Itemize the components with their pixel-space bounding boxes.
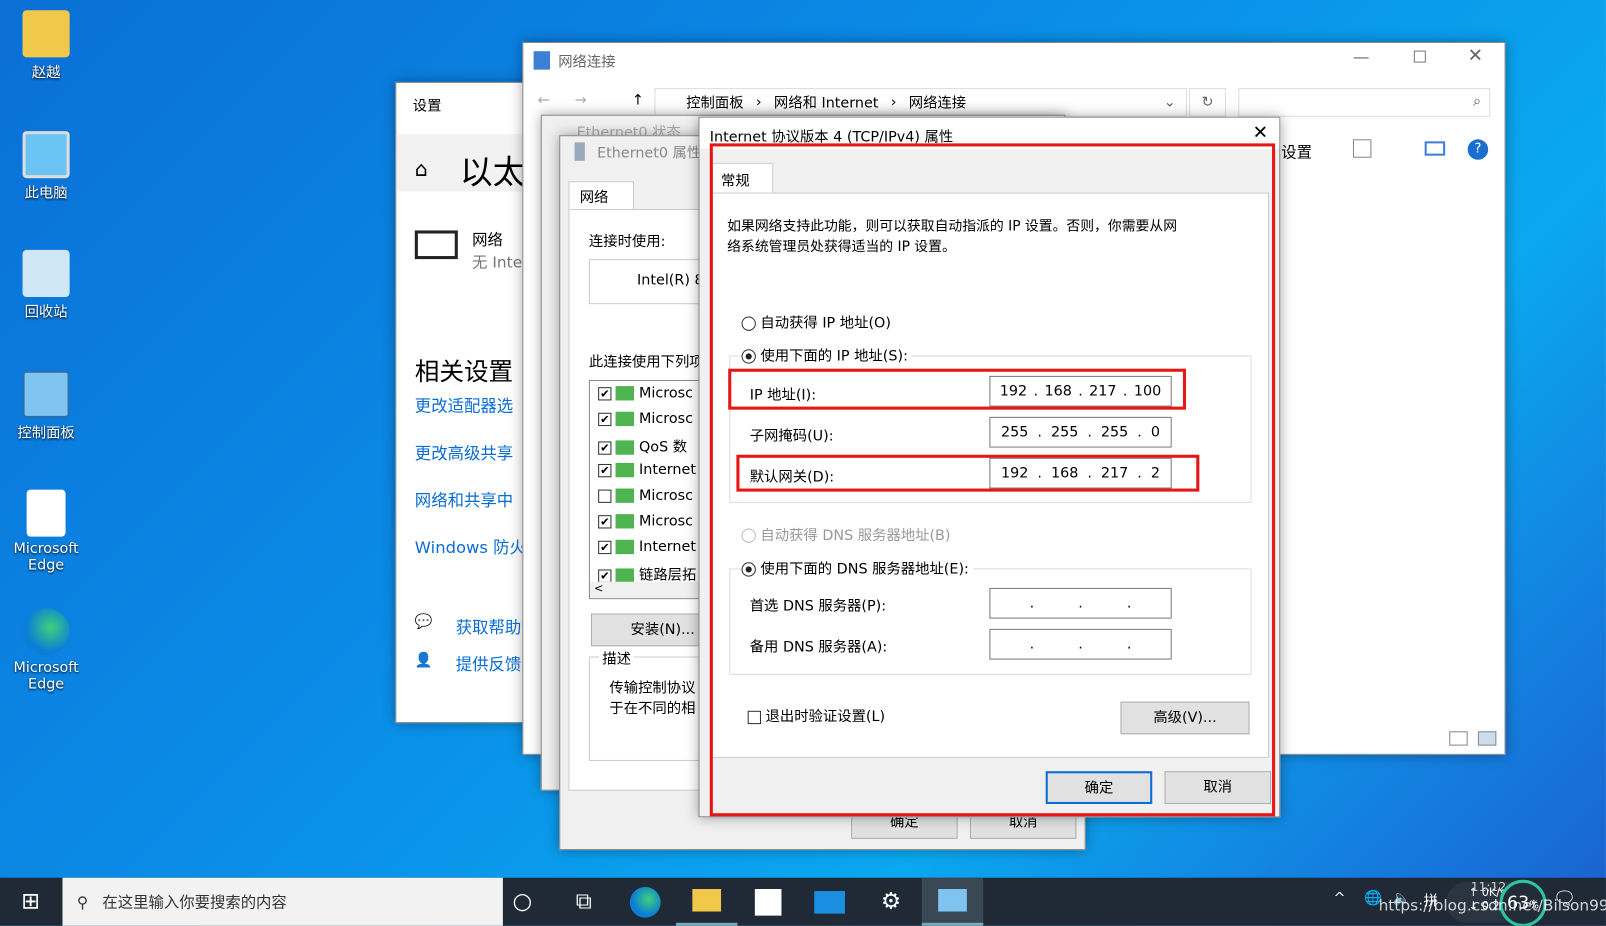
view-options-icon[interactable] [1352, 139, 1372, 158]
component-icon [616, 386, 635, 401]
help-icon[interactable]: ? [1467, 139, 1489, 160]
component-icon [616, 514, 635, 529]
breadcrumb-control-panel[interactable]: 控制面板 [686, 92, 743, 112]
component-item[interactable]: ✔ Microsc [598, 385, 693, 401]
desktop-icon-edge[interactable]: Microsoft Edge [0, 608, 92, 692]
chevron-down-icon[interactable]: ⌄ [1164, 94, 1176, 110]
component-item[interactable]: ✔ Microsc [598, 411, 693, 427]
highlight-gateway [736, 454, 1200, 492]
settings-window: 设置 ⌂ 以太 网络 无 Inte 相关设置 更改适配器选 更改高级共享 网络和… [395, 81, 540, 724]
component-icon [616, 411, 635, 427]
checkbox[interactable]: ✔ [598, 463, 612, 477]
up-button[interactable]: ↑ [632, 92, 644, 108]
checkbox[interactable]: ✔ [598, 386, 612, 400]
back-button[interactable]: ← [538, 92, 550, 108]
component-item[interactable]: ✔ Internet [598, 462, 696, 478]
highlight-ip-address [728, 368, 1187, 410]
component-item[interactable]: ✔ Internet [598, 539, 696, 555]
settings-title: 设置 [412, 98, 442, 115]
ethernet-icon [414, 230, 458, 260]
taskbar: ⊞ ⚲ 在这里输入你要搜索的内容 ○ ⧉ ⚙ ^ 🌐 🔈 拼 ↑ 0K/s ↓ 0… [0, 877, 1606, 926]
component-icon [616, 568, 635, 583]
desktop-icon-user[interactable]: 赵越 [0, 10, 92, 82]
user-folder-icon [22, 10, 70, 58]
component-icon [616, 488, 635, 503]
component-item[interactable]: ✔ Microsc [598, 513, 693, 530]
desktop-icon-control-panel[interactable]: 控制面板 [0, 370, 92, 443]
help-icon: 💬 [414, 613, 433, 630]
link-get-help[interactable]: 获取帮助 [456, 613, 522, 638]
link-firewall[interactable]: Windows 防火 [415, 534, 526, 559]
checkbox[interactable]: ✔ [598, 440, 612, 455]
minimize-button[interactable]: — [1353, 47, 1369, 66]
address-bar[interactable]: 控制面板 › 网络和 Internet › 网络连接 ⌄ [654, 88, 1188, 117]
show-hidden-icons-icon[interactable]: ^ [1334, 890, 1346, 906]
taskbar-search-input[interactable]: ⚲ 在这里输入你要搜索的内容 [62, 877, 503, 926]
checkbox[interactable]: ✔ [598, 568, 612, 583]
network-folder-icon [533, 51, 550, 70]
file-explorer-icon[interactable] [675, 878, 738, 926]
forward-button[interactable]: → [575, 92, 587, 108]
link-advanced-sharing[interactable]: 更改高级共享 [415, 439, 513, 464]
breadcrumb-network-connections[interactable]: 网络连接 [909, 92, 966, 112]
close-button[interactable]: ✕ [1253, 122, 1268, 144]
edge-icon [22, 608, 70, 656]
checkbox[interactable]: ✔ [598, 514, 612, 528]
control-panel-icon [22, 370, 70, 418]
component-icon [616, 462, 635, 478]
component-icon [616, 440, 635, 455]
tiles-view-icon[interactable] [1477, 731, 1497, 746]
watermark: https://blog.csdn.net/Bilson99 [1378, 896, 1606, 915]
cortana-icon[interactable]: ○ [492, 878, 553, 926]
page-heading: 以太 [459, 152, 526, 192]
computer-icon [22, 131, 70, 179]
search-icon: ⚲ [76, 892, 89, 912]
start-button[interactable]: ⊞ [0, 878, 61, 926]
details-view-icon[interactable] [1449, 731, 1468, 746]
control-panel-icon[interactable] [921, 877, 984, 926]
checkbox[interactable]: ✔ [598, 540, 612, 554]
preview-pane-icon[interactable] [1424, 141, 1446, 156]
home-icon[interactable]: ⌂ [415, 157, 428, 182]
edge-icon[interactable] [615, 878, 676, 926]
desktop: 赵越 此电脑 回收站 控制面板 Microsoft Edge Microsoft… [0, 0, 1606, 926]
component-item[interactable]: Microsc [598, 488, 693, 504]
settings-gear-icon[interactable]: ⚙ [860, 878, 921, 926]
close-button[interactable]: ✕ [1468, 45, 1483, 67]
file-shortcut-icon [26, 489, 66, 537]
feedback-icon: 👤 [414, 652, 433, 669]
tab-network[interactable]: 网络 [568, 181, 634, 210]
component-item[interactable]: ✔ QoS 数 [598, 436, 687, 456]
checkbox[interactable] [598, 489, 612, 503]
desktop-icon-edge-file[interactable]: Microsoft Edge [0, 489, 92, 574]
network-adapter-icon [574, 142, 585, 161]
store-icon[interactable] [737, 878, 798, 926]
link-adapter-options[interactable]: 更改适配器选 [415, 392, 513, 417]
breadcrumb-network-internet[interactable]: 网络和 Internet [774, 92, 879, 112]
search-input[interactable]: ⌕ [1238, 88, 1491, 117]
component-icon [616, 539, 635, 555]
task-view-icon[interactable]: ⧉ [553, 878, 614, 926]
refresh-button[interactable]: ↻ [1189, 88, 1226, 117]
mail-icon[interactable] [799, 878, 860, 926]
search-icon: ⌕ [1472, 93, 1481, 110]
window-title: 网络连接 [558, 54, 616, 71]
recycle-bin-icon [22, 249, 70, 298]
link-sharing-center[interactable]: 网络和共享中 [415, 486, 513, 511]
desktop-icon-this-pc[interactable]: 此电脑 [0, 131, 92, 203]
maximize-button[interactable]: ☐ [1412, 47, 1427, 66]
desktop-icon-recycle-bin[interactable]: 回收站 [0, 249, 92, 322]
checkbox[interactable]: ✔ [598, 412, 612, 426]
link-feedback[interactable]: 提供反馈 [456, 650, 522, 675]
